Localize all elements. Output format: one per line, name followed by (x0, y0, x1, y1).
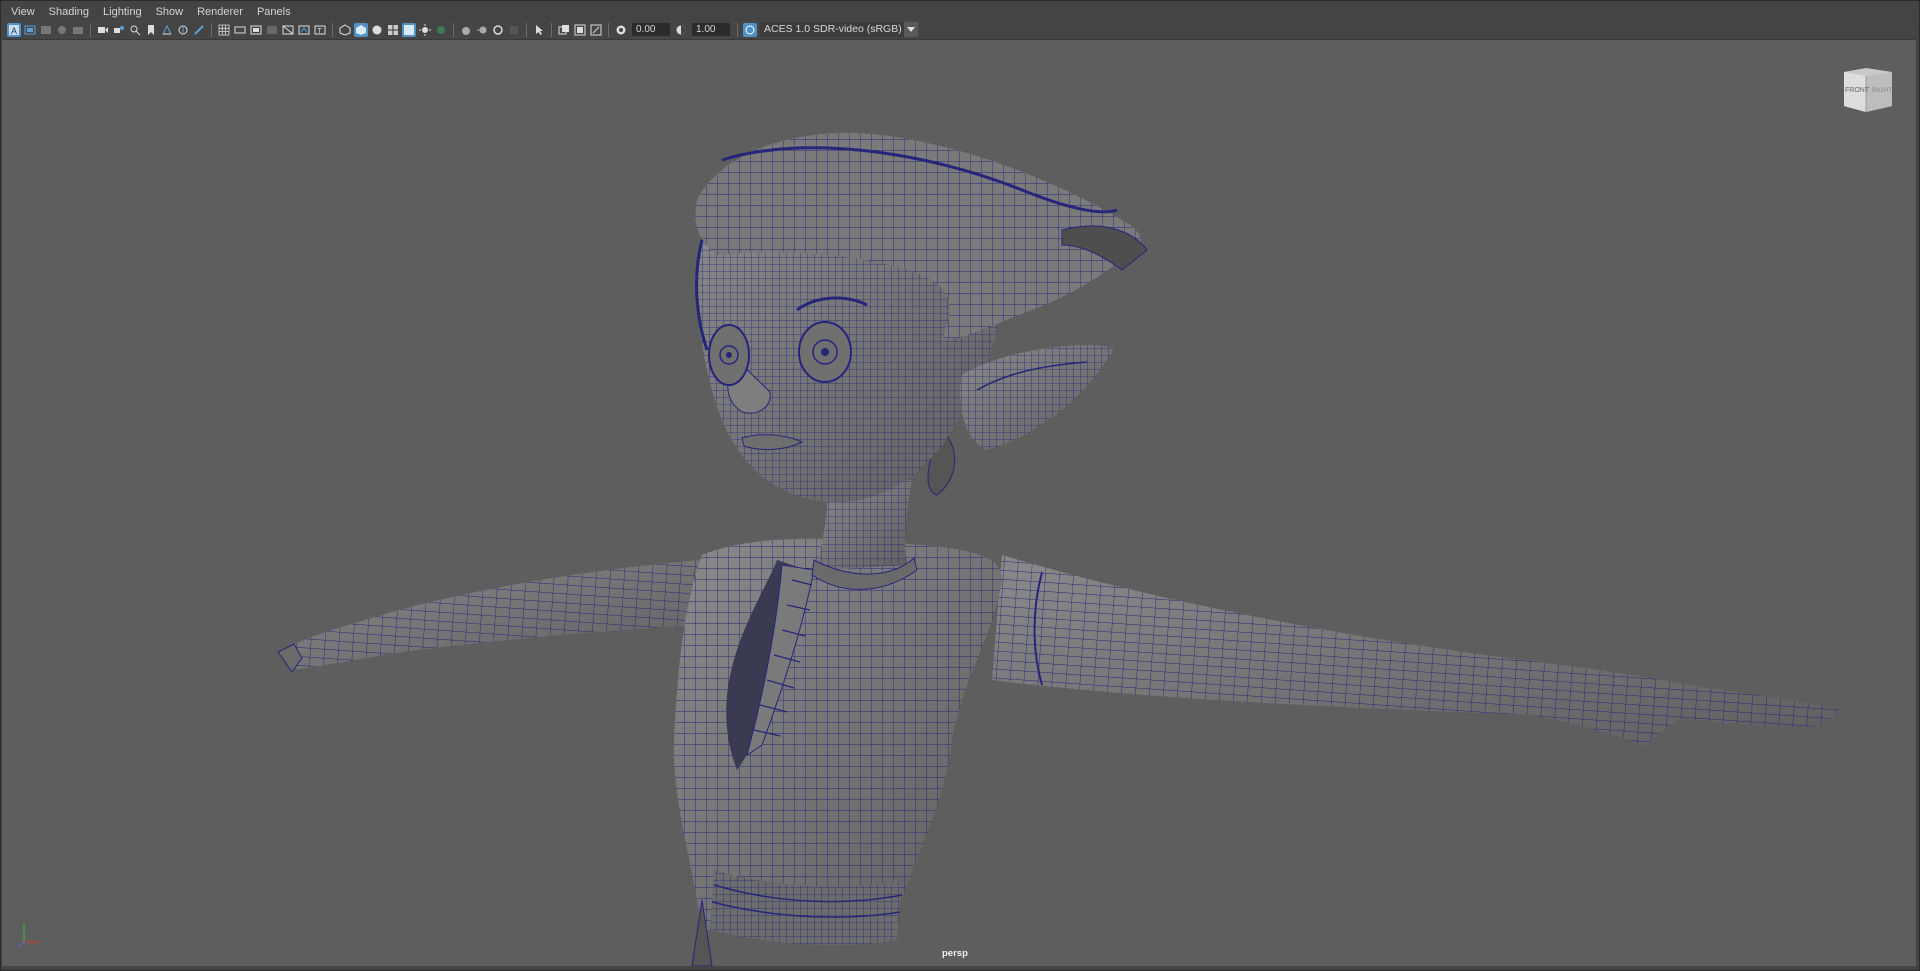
isolate-select-icon[interactable] (532, 23, 546, 37)
safe-action-icon[interactable] (297, 23, 311, 37)
torso (673, 538, 1002, 966)
transform-icon[interactable] (176, 23, 190, 37)
menu-view[interactable]: View (2, 4, 42, 20)
menu-renderer[interactable]: Renderer (190, 4, 250, 20)
character-mesh (277, 132, 1840, 966)
exposure-icon[interactable] (614, 23, 628, 37)
color-management-dropdown[interactable]: ACES 1.0 SDR-video (sRGB) (760, 22, 904, 37)
gamma-field[interactable]: 1.00 (692, 23, 730, 36)
menu-panels[interactable]: Panels (250, 4, 298, 20)
camera-attributes-icon[interactable] (39, 23, 53, 37)
exposure-field[interactable]: 0.00 (632, 23, 670, 36)
pencil-icon[interactable] (192, 23, 206, 37)
panel-toolbar: A T 0.00 1.00 ACES 1.0 SDR-video (sRGB) (2, 20, 1916, 40)
use-all-lights-icon[interactable] (418, 23, 432, 37)
default-material-icon[interactable] (370, 23, 384, 37)
left-arm (277, 560, 702, 673)
panel-menubar: View Shading Lighting Show Renderer Pane… (2, 4, 1916, 20)
camera-icon[interactable] (96, 23, 110, 37)
toolbar-separator (453, 22, 454, 37)
image-plane-icon[interactable] (71, 23, 85, 37)
menu-lighting[interactable]: Lighting (96, 4, 149, 20)
grease-pencil-icon[interactable] (160, 23, 174, 37)
toolbar-separator (608, 22, 609, 37)
3d-viewport[interactable]: FRONT RIGHT persp (2, 40, 1916, 966)
motion-blur-icon[interactable] (475, 23, 489, 37)
bookmarks-icon[interactable] (55, 23, 69, 37)
gamma-icon[interactable] (674, 23, 688, 37)
lock-camera-icon[interactable] (23, 23, 37, 37)
film-gate-icon[interactable] (233, 23, 247, 37)
resolution-gate-icon[interactable] (249, 23, 263, 37)
axis-gizmo (17, 924, 40, 947)
camera-tools-icon[interactable] (112, 23, 126, 37)
toolbar-separator (211, 22, 212, 37)
field-chart-icon[interactable] (281, 23, 295, 37)
toolbar-separator (332, 22, 333, 37)
depth-of-field-icon[interactable] (507, 23, 521, 37)
toolbar-separator (737, 22, 738, 37)
bookmark-flag-icon[interactable] (144, 23, 158, 37)
chevron-down-icon[interactable] (904, 22, 918, 37)
camera-label: persp (942, 948, 968, 959)
menu-shading[interactable]: Shading (42, 4, 96, 20)
toolbar-separator (551, 22, 552, 37)
wireframe-icon[interactable] (338, 23, 352, 37)
multisample-aa-icon[interactable] (491, 23, 505, 37)
xray-joints-icon[interactable] (573, 23, 587, 37)
xray-icon[interactable] (557, 23, 571, 37)
smooth-shade-icon[interactable] (354, 22, 368, 37)
viewcube-right-label: RIGHT (1872, 87, 1893, 94)
menu-show[interactable]: Show (149, 4, 191, 20)
shadows-icon[interactable] (434, 23, 448, 37)
wireframe-on-shaded-icon[interactable] (386, 23, 400, 37)
screen-space-ao-icon[interactable] (459, 23, 473, 37)
safe-title-icon[interactable]: T (313, 23, 327, 37)
svg-text:T: T (318, 28, 323, 35)
view-transform-icon[interactable] (743, 22, 757, 37)
2d-pan-zoom-icon[interactable] (128, 23, 142, 37)
grid-icon[interactable] (217, 23, 231, 37)
textured-icon[interactable] (402, 22, 416, 37)
viewcube-front-label: FRONT (1845, 87, 1870, 94)
select-camera-icon[interactable]: A (7, 22, 21, 37)
backface-culling-icon[interactable] (589, 23, 603, 37)
right-arm (992, 555, 1840, 747)
toolbar-separator (526, 22, 527, 37)
svg-text:A: A (11, 26, 17, 36)
gate-mask-icon[interactable] (265, 23, 279, 37)
toolbar-separator (90, 22, 91, 37)
